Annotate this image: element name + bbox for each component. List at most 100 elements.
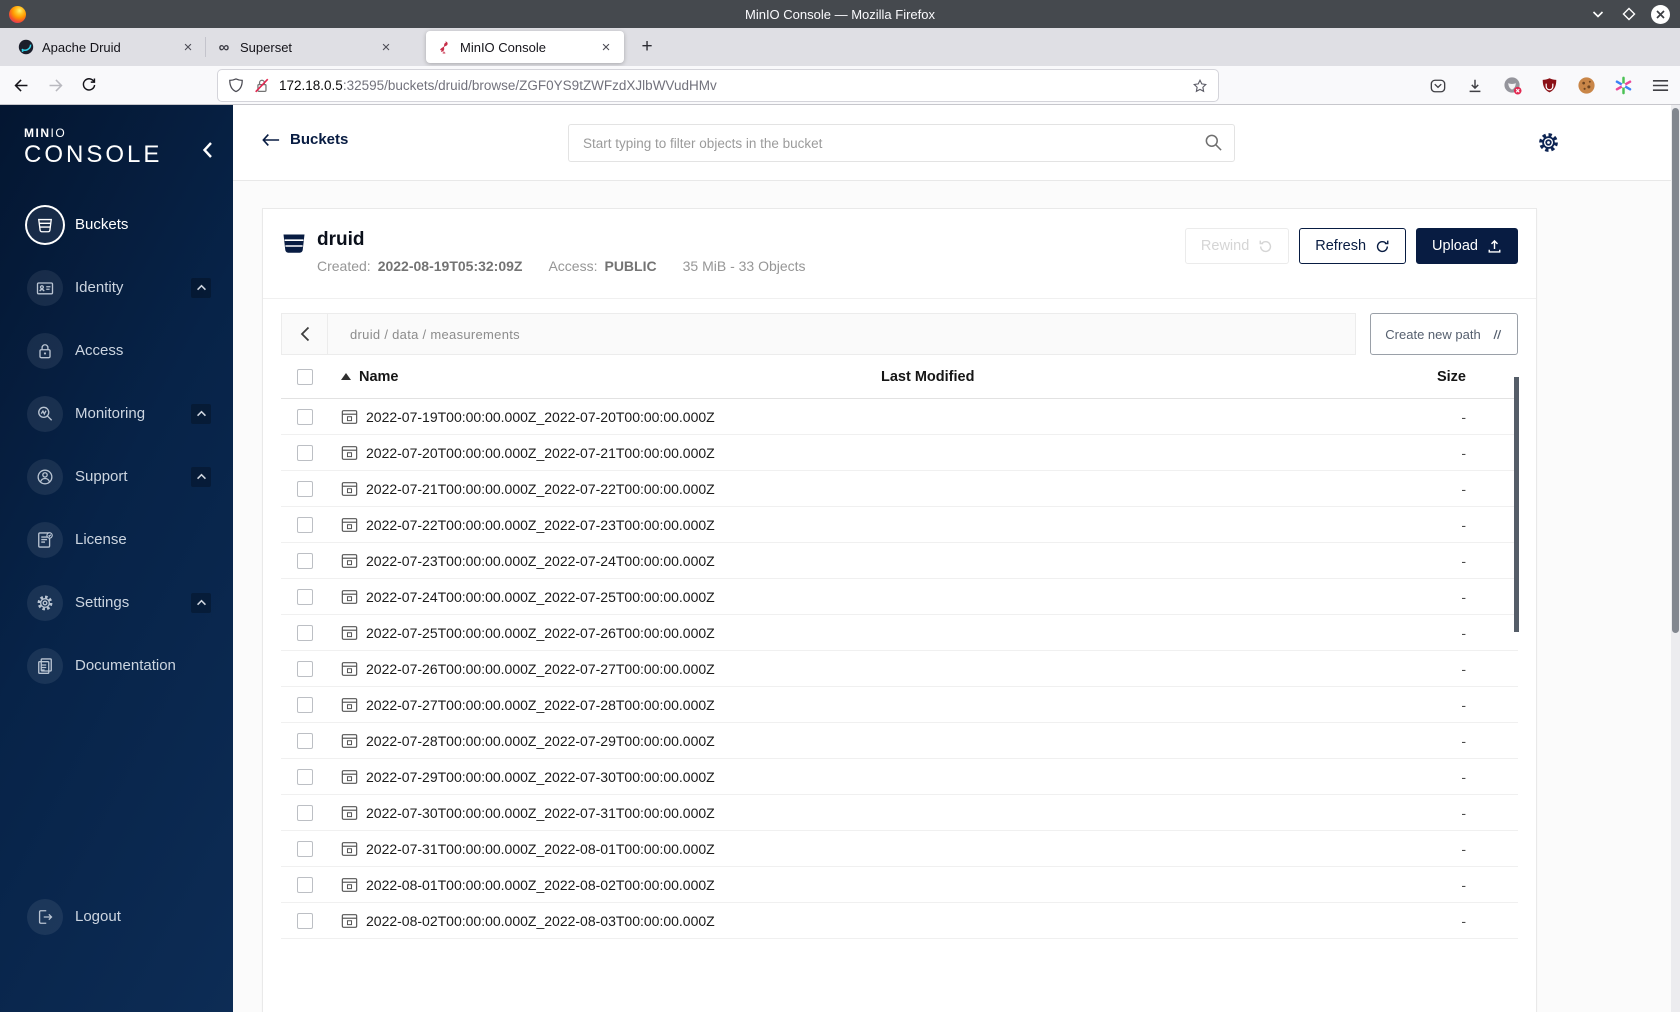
object-name[interactable]: 2022-07-19T00:00:00.000Z_2022-07-20T00:0… bbox=[366, 409, 715, 425]
row-checkbox[interactable] bbox=[297, 660, 313, 677]
table-row[interactable]: 2022-07-24T00:00:00.000Z_2022-07-25T00:0… bbox=[281, 579, 1518, 615]
row-checkbox[interactable] bbox=[297, 732, 313, 749]
window-maximize-icon[interactable] bbox=[1620, 5, 1638, 23]
new-tab-icon[interactable]: + bbox=[632, 32, 662, 62]
upload-button[interactable]: Upload bbox=[1416, 228, 1518, 264]
table-scrollbar-thumb[interactable] bbox=[1514, 377, 1519, 632]
table-row[interactable]: 2022-07-28T00:00:00.000Z_2022-07-29T00:0… bbox=[281, 723, 1518, 759]
forward-icon[interactable] bbox=[42, 72, 68, 98]
table-row[interactable]: 2022-07-22T00:00:00.000Z_2022-07-23T00:0… bbox=[281, 507, 1518, 543]
object-name[interactable]: 2022-08-02T00:00:00.000Z_2022-08-03T00:0… bbox=[366, 913, 715, 929]
object-name[interactable]: 2022-07-30T00:00:00.000Z_2022-07-31T00:0… bbox=[366, 805, 715, 821]
row-checkbox[interactable] bbox=[297, 588, 313, 605]
row-checkbox[interactable] bbox=[297, 768, 313, 785]
object-name[interactable]: 2022-07-29T00:00:00.000Z_2022-07-30T00:0… bbox=[366, 769, 715, 785]
object-name[interactable]: 2022-07-28T00:00:00.000Z_2022-07-29T00:0… bbox=[366, 733, 715, 749]
cookie-icon[interactable] bbox=[1576, 76, 1596, 96]
sidebar-item-logout[interactable]: Logout bbox=[0, 885, 233, 948]
row-checkbox[interactable] bbox=[297, 624, 313, 641]
table-row[interactable]: 2022-07-31T00:00:00.000Z_2022-08-01T00:0… bbox=[281, 831, 1518, 867]
tab-close-icon[interactable]: × bbox=[596, 37, 616, 57]
sidebar-item-access[interactable]: Access bbox=[0, 319, 233, 382]
row-checkbox[interactable] bbox=[297, 516, 313, 533]
tab-close-icon[interactable]: × bbox=[178, 37, 198, 57]
insecure-lock-icon[interactable] bbox=[253, 77, 270, 94]
create-new-path-button[interactable]: Create new path bbox=[1370, 313, 1518, 355]
object-name[interactable]: 2022-07-22T00:00:00.000Z_2022-07-23T00:0… bbox=[366, 517, 715, 533]
row-checkbox[interactable] bbox=[297, 696, 313, 713]
menu-hamburger-icon[interactable] bbox=[1650, 76, 1670, 96]
table-row[interactable]: 2022-07-29T00:00:00.000Z_2022-07-30T00:0… bbox=[281, 759, 1518, 795]
row-checkbox[interactable] bbox=[297, 840, 313, 857]
row-checkbox[interactable] bbox=[297, 912, 313, 929]
pocket-icon[interactable] bbox=[1428, 76, 1448, 96]
back-to-buckets-link[interactable]: Buckets bbox=[262, 131, 348, 148]
chevron-up-icon[interactable] bbox=[191, 403, 211, 424]
sidebar-collapse-icon[interactable] bbox=[202, 141, 213, 159]
object-name[interactable]: 2022-07-31T00:00:00.000Z_2022-08-01T00:0… bbox=[366, 841, 715, 857]
path-back-icon[interactable] bbox=[282, 314, 328, 354]
table-row[interactable]: 2022-08-01T00:00:00.000Z_2022-08-02T00:0… bbox=[281, 867, 1518, 903]
window-scrollbar-thumb[interactable] bbox=[1672, 108, 1679, 633]
chevron-up-icon[interactable] bbox=[191, 592, 211, 613]
table-row[interactable]: 2022-07-27T00:00:00.000Z_2022-07-28T00:0… bbox=[281, 687, 1518, 723]
row-checkbox[interactable] bbox=[297, 408, 313, 425]
object-name[interactable]: 2022-07-21T00:00:00.000Z_2022-07-22T00:0… bbox=[366, 481, 715, 497]
table-row[interactable]: 2022-07-26T00:00:00.000Z_2022-07-27T00:0… bbox=[281, 651, 1518, 687]
bookmark-star-icon[interactable] bbox=[1192, 78, 1208, 94]
settings-gear-icon[interactable] bbox=[1536, 130, 1561, 155]
table-row[interactable]: 2022-08-02T00:00:00.000Z_2022-08-03T00:0… bbox=[281, 903, 1518, 939]
column-header-last-modified[interactable]: Last Modified bbox=[881, 369, 1351, 385]
ublock-shield-icon[interactable] bbox=[1539, 76, 1559, 96]
object-name[interactable]: 2022-07-25T00:00:00.000Z_2022-07-26T00:0… bbox=[366, 625, 715, 641]
object-name[interactable]: 2022-07-26T00:00:00.000Z_2022-07-27T00:0… bbox=[366, 661, 715, 677]
breadcrumb[interactable]: druid / data / measurements bbox=[350, 314, 520, 354]
table-row[interactable]: 2022-07-20T00:00:00.000Z_2022-07-21T00:0… bbox=[281, 435, 1518, 471]
row-checkbox[interactable] bbox=[297, 876, 313, 893]
rewind-button[interactable]: Rewind bbox=[1184, 228, 1290, 264]
select-all-checkbox[interactable] bbox=[297, 368, 313, 385]
table-row[interactable]: 2022-07-21T00:00:00.000Z_2022-07-22T00:0… bbox=[281, 471, 1518, 507]
row-checkbox[interactable] bbox=[297, 444, 313, 461]
sidebar-item-license[interactable]: License bbox=[0, 508, 233, 571]
column-header-size[interactable]: Size bbox=[1351, 369, 1466, 385]
object-name[interactable]: 2022-07-24T00:00:00.000Z_2022-07-25T00:0… bbox=[366, 589, 715, 605]
table-row[interactable]: 2022-07-19T00:00:00.000Z_2022-07-20T00:0… bbox=[281, 399, 1518, 435]
window-minimize-icon[interactable] bbox=[1589, 5, 1607, 23]
table-row[interactable]: 2022-07-23T00:00:00.000Z_2022-07-24T00:0… bbox=[281, 543, 1518, 579]
extension-mask-icon[interactable] bbox=[1502, 76, 1522, 96]
filter-objects-input[interactable] bbox=[568, 124, 1235, 162]
row-checkbox[interactable] bbox=[297, 480, 313, 497]
reload-icon[interactable] bbox=[76, 72, 102, 98]
refresh-button[interactable]: Refresh bbox=[1299, 228, 1407, 264]
row-checkbox[interactable] bbox=[297, 552, 313, 569]
extension-asterisk-icon[interactable] bbox=[1613, 76, 1633, 96]
object-name[interactable]: 2022-07-20T00:00:00.000Z_2022-07-21T00:0… bbox=[366, 445, 715, 461]
sidebar-item-support[interactable]: Support bbox=[0, 445, 233, 508]
column-header-name[interactable]: Name bbox=[335, 369, 881, 385]
row-checkbox[interactable] bbox=[297, 804, 313, 821]
tracking-shield-icon[interactable] bbox=[228, 77, 244, 94]
table-row[interactable]: 2022-07-25T00:00:00.000Z_2022-07-26T00:0… bbox=[281, 615, 1518, 651]
chevron-up-icon[interactable] bbox=[191, 277, 211, 298]
back-icon[interactable] bbox=[8, 72, 34, 98]
sidebar-item-identity[interactable]: Identity bbox=[0, 256, 233, 319]
url-bar[interactable]: 172.18.0.5:32595/buckets/druid/browse/ZG… bbox=[218, 70, 1218, 101]
tab-apache-druid[interactable]: Apache Druid × bbox=[8, 31, 206, 63]
sidebar-item-monitoring[interactable]: Monitoring bbox=[0, 382, 233, 445]
sidebar-item-documentation[interactable]: Documentation bbox=[0, 634, 233, 697]
downloads-icon[interactable] bbox=[1465, 76, 1485, 96]
object-name[interactable]: 2022-07-23T00:00:00.000Z_2022-07-24T00:0… bbox=[366, 553, 715, 569]
tab-close-icon[interactable]: × bbox=[376, 37, 396, 57]
tab-superset[interactable]: ∞ Superset × bbox=[205, 31, 404, 63]
chevron-up-icon[interactable] bbox=[191, 466, 211, 487]
window-close-icon[interactable] bbox=[1651, 4, 1670, 24]
sidebar-item-settings[interactable]: Settings bbox=[0, 571, 233, 634]
object-name[interactable]: 2022-08-01T00:00:00.000Z_2022-08-02T00:0… bbox=[366, 877, 715, 893]
window-titlebar: MinIO Console — Mozilla Firefox bbox=[0, 0, 1680, 28]
object-name[interactable]: 2022-07-27T00:00:00.000Z_2022-07-28T00:0… bbox=[366, 697, 715, 713]
sidebar-item-buckets[interactable]: Buckets bbox=[0, 193, 233, 256]
window-scrollbar[interactable] bbox=[1671, 105, 1680, 1012]
tab-minio-console[interactable]: MinIO Console × bbox=[426, 31, 624, 63]
table-row[interactable]: 2022-07-30T00:00:00.000Z_2022-07-31T00:0… bbox=[281, 795, 1518, 831]
